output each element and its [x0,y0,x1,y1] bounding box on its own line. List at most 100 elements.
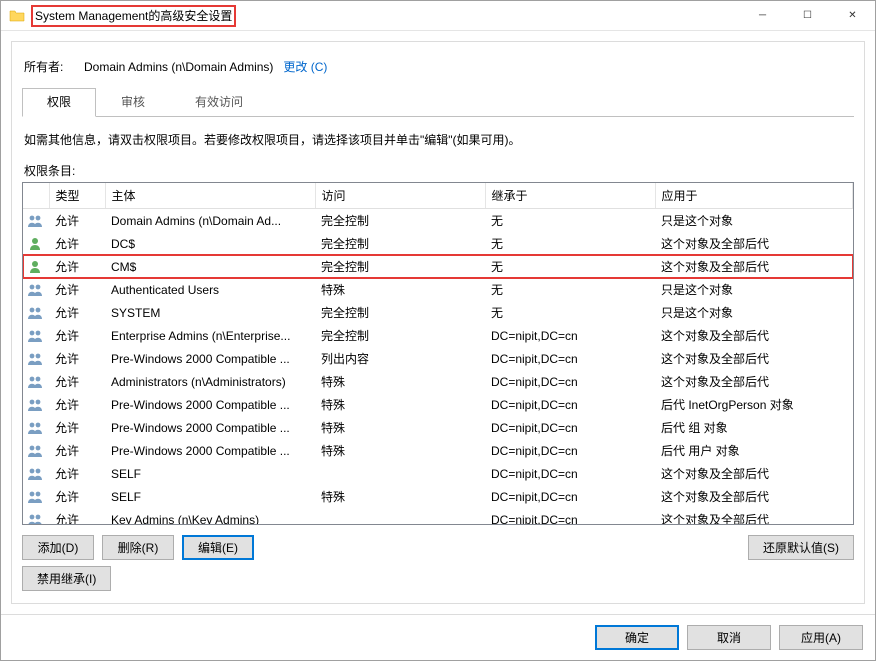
window-title: System Management的高级安全设置 [35,7,232,24]
table-row[interactable]: 允许Enterprise Admins (n\Enterprise...完全控制… [23,324,853,347]
minimize-button[interactable]: ─ [740,1,785,31]
cell-inherited: DC=nipit,DC=cn [485,439,655,462]
cell-access: 特殊 [315,393,485,416]
inherit-row: 禁用继承(I) [22,566,854,591]
entries-label: 权限条目: [24,162,854,179]
cell-access: 完全控制 [315,301,485,324]
cell-access: 特殊 [315,485,485,508]
cell-applies: 这个对象及全部后代 [655,324,853,347]
cell-principal: Domain Admins (n\Domain Ad... [105,209,315,233]
cell-applies: 这个对象及全部后代 [655,255,853,278]
cell-access: 特殊 [315,370,485,393]
table-row[interactable]: 允许Pre-Windows 2000 Compatible ...特殊DC=ni… [23,416,853,439]
ok-button[interactable]: 确定 [595,625,679,650]
cell-applies: 后代 用户 对象 [655,439,853,462]
cell-access [315,462,485,485]
principal-icon [23,439,49,462]
cell-principal: Pre-Windows 2000 Compatible ... [105,393,315,416]
principal-icon [23,255,49,278]
cell-applies: 这个对象及全部后代 [655,232,853,255]
table-row[interactable]: 允许Administrators (n\Administrators)特殊DC=… [23,370,853,393]
table-row[interactable]: 允许SELF特殊DC=nipit,DC=cn这个对象及全部后代 [23,485,853,508]
permissions-grid[interactable]: 类型 主体 访问 继承于 应用于 允许Domain Admins (n\Doma… [22,182,854,525]
cell-principal: Pre-Windows 2000 Compatible ... [105,347,315,370]
permissions-table: 类型 主体 访问 继承于 应用于 允许Domain Admins (n\Doma… [23,183,853,525]
edit-button[interactable]: 编辑(E) [182,535,254,560]
principal-icon [23,324,49,347]
advanced-security-window: System Management的高级安全设置 ─ ☐ ✕ 所有者: Doma… [0,0,876,661]
cell-type: 允许 [49,439,105,462]
cell-type: 允许 [49,255,105,278]
tabs: 权限 审核 有效访问 [22,87,854,117]
cell-type: 允许 [49,508,105,525]
cell-inherited: 无 [485,209,655,233]
tab-auditing[interactable]: 审核 [96,88,170,117]
cell-principal: Enterprise Admins (n\Enterprise... [105,324,315,347]
cell-access: 列出内容 [315,347,485,370]
col-type[interactable]: 类型 [49,183,105,209]
table-row[interactable]: 允许Pre-Windows 2000 Compatible ...特殊DC=ni… [23,439,853,462]
cell-type: 允许 [49,462,105,485]
table-header-row: 类型 主体 访问 继承于 应用于 [23,183,853,209]
add-button[interactable]: 添加(D) [22,535,94,560]
cell-principal: Pre-Windows 2000 Compatible ... [105,439,315,462]
content-pane: 所有者: Domain Admins (n\Domain Admins) 更改 … [11,41,865,604]
cell-type: 允许 [49,485,105,508]
cell-type: 允许 [49,416,105,439]
cell-applies: 这个对象及全部后代 [655,462,853,485]
table-row[interactable]: 允许DC$完全控制无这个对象及全部后代 [23,232,853,255]
title-highlight: System Management的高级安全设置 [31,5,236,27]
window-controls: ─ ☐ ✕ [740,1,875,31]
table-row[interactable]: 允许SYSTEM完全控制无只是这个对象 [23,301,853,324]
cell-inherited: 无 [485,232,655,255]
col-principal[interactable]: 主体 [105,183,315,209]
dialog-buttons: 确定 取消 应用(A) [1,614,875,660]
principal-icon [23,232,49,255]
change-owner-link[interactable]: 更改 (C) [283,58,327,75]
cell-access: 完全控制 [315,324,485,347]
cell-principal: Administrators (n\Administrators) [105,370,315,393]
cell-access [315,508,485,525]
cell-access: 完全控制 [315,232,485,255]
principal-icon [23,393,49,416]
owner-row: 所有者: Domain Admins (n\Domain Admins) 更改 … [24,58,854,75]
cell-principal: SYSTEM [105,301,315,324]
cell-inherited: DC=nipit,DC=cn [485,370,655,393]
cell-principal: CM$ [105,255,315,278]
col-access[interactable]: 访问 [315,183,485,209]
remove-button[interactable]: 删除(R) [102,535,174,560]
cell-type: 允许 [49,301,105,324]
cell-access: 特殊 [315,416,485,439]
table-row[interactable]: 允许Domain Admins (n\Domain Ad...完全控制无只是这个… [23,209,853,233]
principal-icon [23,209,49,233]
action-buttons-row: 添加(D) 删除(R) 编辑(E) 还原默认值(S) [22,535,854,560]
cell-access: 特殊 [315,439,485,462]
restore-defaults-button[interactable]: 还原默认值(S) [748,535,854,560]
cell-principal: SELF [105,462,315,485]
cell-principal: Authenticated Users [105,278,315,301]
cell-access: 完全控制 [315,255,485,278]
apply-button[interactable]: 应用(A) [779,625,863,650]
col-inherited[interactable]: 继承于 [485,183,655,209]
col-icon[interactable] [23,183,49,209]
cell-inherited: DC=nipit,DC=cn [485,347,655,370]
cell-type: 允许 [49,393,105,416]
table-row[interactable]: 允许SELFDC=nipit,DC=cn这个对象及全部后代 [23,462,853,485]
close-button[interactable]: ✕ [830,1,875,31]
col-applies[interactable]: 应用于 [655,183,853,209]
cell-type: 允许 [49,370,105,393]
principal-icon [23,485,49,508]
cell-type: 允许 [49,324,105,347]
disable-inheritance-button[interactable]: 禁用继承(I) [22,566,111,591]
table-row[interactable]: 允许CM$完全控制无这个对象及全部后代 [23,255,853,278]
maximize-button[interactable]: ☐ [785,1,830,31]
tab-permissions[interactable]: 权限 [22,88,96,117]
cell-access: 完全控制 [315,209,485,233]
table-row[interactable]: 允许Authenticated Users特殊无只是这个对象 [23,278,853,301]
table-row[interactable]: 允许Pre-Windows 2000 Compatible ...特殊DC=ni… [23,393,853,416]
cancel-button[interactable]: 取消 [687,625,771,650]
cell-inherited: DC=nipit,DC=cn [485,508,655,525]
tab-effective-access[interactable]: 有效访问 [170,88,268,117]
table-row[interactable]: 允许Pre-Windows 2000 Compatible ...列出内容DC=… [23,347,853,370]
table-row[interactable]: 允许Key Admins (n\Key Admins)DC=nipit,DC=c… [23,508,853,525]
